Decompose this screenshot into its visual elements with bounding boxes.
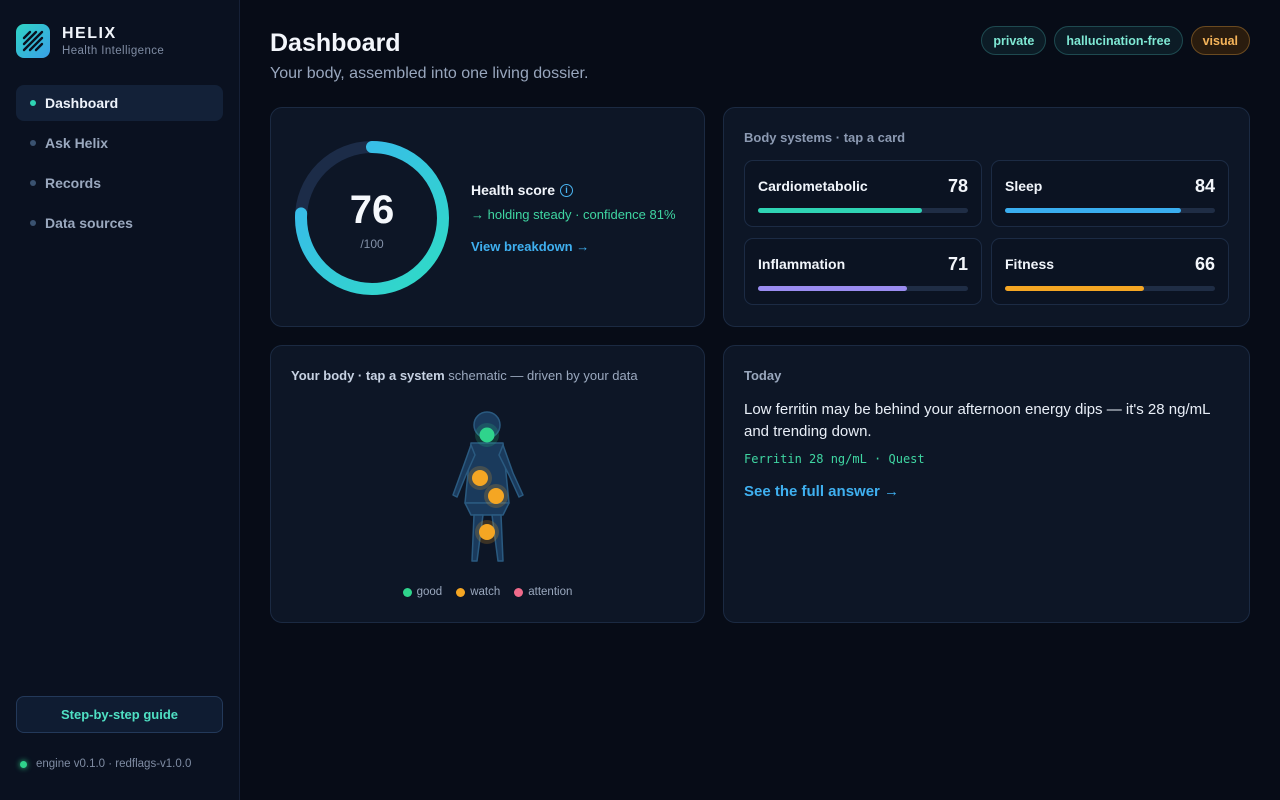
system-score: 78 — [947, 176, 968, 196]
nav-item-dashboard[interactable]: Dashboard — [16, 85, 223, 121]
pill-visual: visual — [1190, 26, 1250, 55]
nav-item-label: Records — [45, 175, 102, 191]
main-nav: Dashboard Ask Helix Records Data sources — [16, 85, 223, 245]
gut-marker-watch[interactable] — [488, 488, 504, 504]
nav-dot-icon — [30, 220, 36, 226]
page-title: Dashboard — [270, 29, 401, 57]
system-score: 84 — [1194, 176, 1215, 196]
system-score: 66 — [1194, 254, 1215, 274]
body-figure — [452, 411, 524, 562]
nav-dot-icon — [30, 100, 36, 106]
system-progress-fill — [758, 286, 908, 291]
info-icon[interactable]: i — [560, 183, 574, 197]
system-name: Sleep — [1005, 178, 1043, 194]
system-name: Cardiometabolic — [758, 178, 868, 194]
system-progress-track — [758, 286, 968, 291]
system-progress-fill — [1005, 286, 1144, 291]
body-title-bold: Your body · tap a system — [291, 368, 445, 383]
brand[interactable]: HELIX Health Intelligence — [16, 24, 164, 58]
body-schematic-card: Your body · tap a system schematic — dri… — [270, 345, 705, 623]
system-progress-fill — [758, 208, 922, 213]
pill-private: private — [981, 26, 1047, 55]
engine-status: engine v0.1.0 · redflags-v1.0.0 — [20, 758, 191, 770]
system-card-sleep[interactable]: Sleep 84 — [991, 160, 1229, 227]
body-legend: good watch attention — [271, 586, 704, 598]
nav-dot-icon — [30, 140, 36, 146]
nav-item-records[interactable]: Records — [16, 165, 223, 201]
brand-subtitle: Health Intelligence — [62, 45, 165, 57]
status-dot-icon — [20, 760, 27, 768]
system-name: Fitness — [1005, 256, 1055, 272]
legend-label: good — [416, 586, 443, 598]
legend-dot-icon — [402, 587, 412, 597]
today-card: Today Low ferritin may be behind your af… — [723, 345, 1250, 623]
page-subtitle: Your body, assembled into one living dos… — [270, 65, 589, 82]
legend-attention: attention — [514, 586, 572, 598]
legend-label: attention — [528, 586, 573, 598]
brand-name: HELIX — [62, 25, 117, 42]
today-insight: Low ferritin may be behind your afternoo… — [744, 401, 1210, 440]
health-score-card: 76 /100 Health score i → holding steady … — [270, 107, 705, 327]
view-breakdown-link[interactable]: View breakdown → — [471, 239, 589, 254]
see-full-answer-link[interactable]: See the full answer → — [744, 483, 899, 500]
pill-hallucination-free: hallucination-free — [1054, 26, 1183, 55]
legend-watch: watch — [456, 586, 500, 598]
health-score-max: /100 — [360, 237, 384, 251]
system-progress-track — [758, 208, 968, 213]
legend-dot-icon — [456, 587, 466, 597]
status-pills: private hallucination-free visual — [981, 26, 1250, 55]
body-title-rest: schematic — driven by your data — [444, 368, 638, 383]
helix-logo-icon — [16, 24, 50, 58]
system-score: 71 — [947, 254, 968, 274]
legend-label: watch — [470, 586, 501, 598]
system-card-fitness[interactable]: Fitness 66 — [991, 238, 1229, 305]
nav-item-label: Dashboard — [45, 95, 119, 111]
health-score-trend: → holding steady · confidence 81% — [471, 207, 676, 222]
nav-item-label: Data sources — [45, 215, 133, 231]
body-schematic-title: Your body · tap a system schematic — dri… — [291, 368, 638, 383]
health-score-label: Health score — [471, 182, 556, 198]
body-systems-title: Body systems · tap a card — [744, 130, 906, 145]
brain-marker-good[interactable] — [479, 427, 495, 443]
nav-dot-icon — [30, 180, 36, 186]
lower-marker-watch[interactable] — [479, 524, 495, 540]
system-card-inflammation[interactable]: Inflammation 71 — [744, 238, 982, 305]
system-progress-track — [1005, 208, 1215, 213]
nav-item-label: Ask Helix — [45, 135, 109, 151]
sidebar: HELIX Health Intelligence Dashboard Ask … — [0, 0, 240, 800]
step-by-step-guide-button[interactable]: Step-by-step guide — [16, 696, 223, 733]
nav-item-ask-helix[interactable]: Ask Helix — [16, 125, 223, 161]
legend-good: good — [402, 586, 443, 598]
system-name: Inflammation — [758, 256, 846, 272]
today-title: Today — [744, 368, 782, 383]
nav-item-data-sources[interactable]: Data sources — [16, 205, 223, 241]
legend-dot-icon — [514, 587, 524, 597]
body-systems-card: Body systems · tap a card Cardiometaboli… — [723, 107, 1250, 327]
today-source: Ferritin 28 ng/mL · Quest — [744, 452, 925, 466]
health-score-title: Health score i — [471, 182, 574, 198]
health-score-value: 76 — [349, 188, 395, 232]
system-card-cardiometabolic[interactable]: Cardiometabolic 78 — [744, 160, 982, 227]
system-progress-track — [1005, 286, 1215, 291]
engine-version: engine v0.1.0 · redflags-v1.0.0 — [36, 758, 192, 770]
system-progress-fill — [1005, 208, 1182, 213]
heart-marker-watch[interactable] — [472, 470, 488, 486]
